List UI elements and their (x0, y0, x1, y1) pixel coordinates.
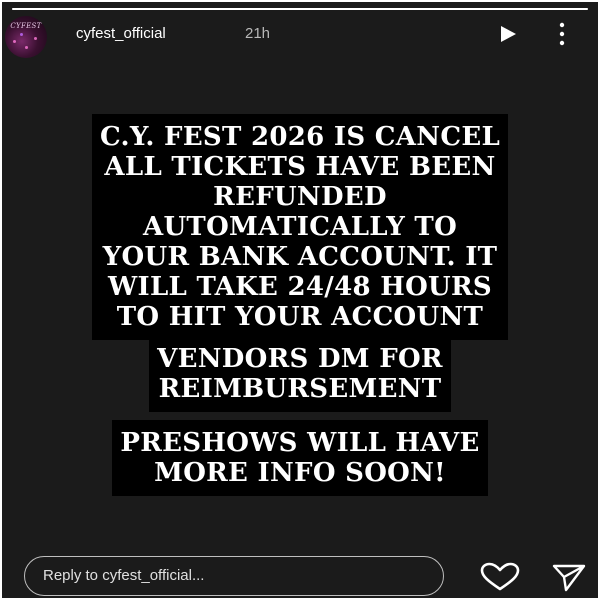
more-vertical-icon[interactable] (557, 20, 567, 48)
avatar-sparkle (34, 37, 37, 40)
avatar-sparkle (13, 40, 16, 43)
play-icon[interactable] (498, 24, 518, 44)
story-text-line: AUTOMATICALLY TO (142, 212, 458, 242)
avatar-logo-text: CYFEST (10, 22, 42, 30)
story-progress-bar (12, 8, 588, 10)
story-text-line: REFUNDED (213, 182, 387, 212)
avatar-sparkle (25, 46, 28, 49)
story-text-line: VENDORS DM FOR (157, 344, 443, 374)
story-progress-fill (12, 8, 588, 10)
story-text-line: MORE INFO SOON! (154, 458, 446, 488)
avatar[interactable]: CYFEST (5, 16, 47, 58)
story-viewer: CYFEST cyfest_official 21h C.Y. FEST 202… (0, 0, 600, 600)
story-text-line: ALL TICKETS HAVE BEEN (104, 152, 496, 182)
reply-placeholder: Reply to cyfest_official... (43, 567, 205, 584)
story-text-line: C.Y. FEST 2026 IS CANCEL (99, 122, 501, 152)
story-text-line: PRESHOWS WILL HAVE (120, 428, 480, 458)
story-text-highlight: VENDORS DM FOR REIMBURSEMENT (149, 336, 451, 412)
reply-input[interactable]: Reply to cyfest_official... (24, 556, 444, 596)
story-text-line: TO HIT YOUR ACCOUNT (116, 302, 484, 332)
story-timestamp: 21h (245, 25, 271, 42)
story-text-line: REIMBURSEMENT (158, 374, 442, 404)
heart-icon[interactable] (479, 562, 521, 592)
send-icon[interactable] (552, 562, 586, 592)
story-text-block-vendors: VENDORS DM FOR REIMBURSEMENT (2, 336, 598, 412)
account-username[interactable]: cyfest_official (76, 25, 166, 42)
story-text-highlight: PRESHOWS WILL HAVE MORE INFO SOON! (112, 420, 488, 496)
avatar-sparkle (20, 33, 23, 36)
story-text-highlight: C.Y. FEST 2026 IS CANCEL ALL TICKETS HAV… (91, 114, 509, 340)
story-text-block-cancellation: C.Y. FEST 2026 IS CANCEL ALL TICKETS HAV… (2, 114, 598, 340)
story-text-line: WILL TAKE 24/48 HOURS (107, 272, 493, 302)
story-text-block-preshows: PRESHOWS WILL HAVE MORE INFO SOON! (2, 420, 598, 496)
story-header: CYFEST cyfest_official 21h (2, 14, 598, 58)
story-text-line: YOUR BANK ACCOUNT. IT (102, 242, 498, 272)
